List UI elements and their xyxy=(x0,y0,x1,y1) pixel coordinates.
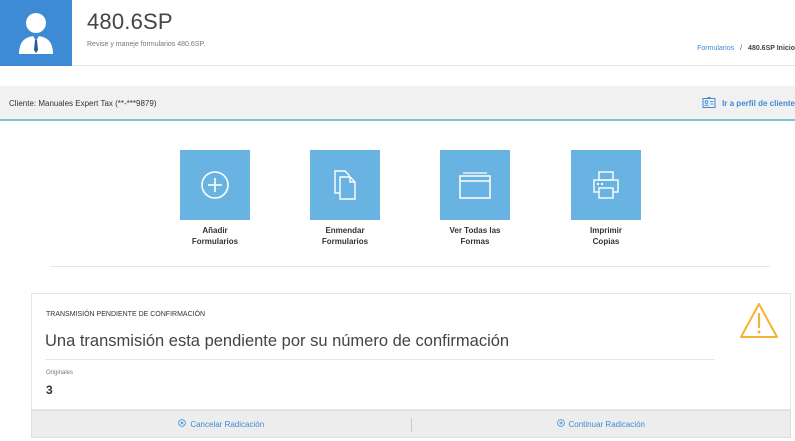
view-all-forms-label: Ver Todas las Formas xyxy=(449,226,501,246)
client-profile-link[interactable]: Ir a perfil de cliente xyxy=(702,97,795,109)
card-divider xyxy=(45,359,715,360)
cancel-filing-button[interactable]: Cancelar Radicación xyxy=(32,411,411,437)
client-label: Cliente: Manuales Expert Tax (**-***9879… xyxy=(9,99,157,108)
add-forms-label: Añadir Formularios xyxy=(191,226,239,246)
page-header: 480.6SP Revise y maneje formularios 480.… xyxy=(0,0,795,66)
avatar xyxy=(0,0,72,66)
print-copies-label: Imprimir Copias xyxy=(589,226,622,246)
warning-triangle-icon xyxy=(739,302,779,345)
amend-forms-label: Enmendar Formularios xyxy=(321,226,369,246)
section-divider xyxy=(50,266,770,267)
x-circle-icon xyxy=(178,419,187,429)
originals-count: 3 xyxy=(46,383,53,397)
amend-forms-tile[interactable]: Enmendar Formularios xyxy=(310,150,380,247)
page-subtitle: Revise y maneje formularios 480.6SP. xyxy=(87,41,206,48)
breadcrumb-separator: / xyxy=(740,45,743,52)
originals-label: Originales xyxy=(46,370,74,376)
plus-circle-icon xyxy=(201,171,229,199)
continue-filing-label: Continuar Radicación xyxy=(568,419,646,429)
add-forms-tile[interactable]: Añadir Formularios xyxy=(180,150,250,247)
plus-circle-small-icon xyxy=(556,419,565,429)
breadcrumb-current: 480.6SP Inicio xyxy=(748,45,795,52)
pending-heading: TRANSMISIÓN PENDIENTE DE CONFIRMACIÓN xyxy=(46,311,206,318)
printer-icon xyxy=(593,171,619,199)
pending-message: Una transmisión esta pendiente por su nú… xyxy=(45,332,510,350)
pending-transmission-card: TRANSMISIÓN PENDIENTE DE CONFIRMACIÓN Un… xyxy=(31,293,791,410)
folder-icon xyxy=(459,172,491,199)
page-title: 480.6SP xyxy=(87,9,173,34)
user-icon xyxy=(19,13,53,54)
breadcrumb-link-formularios[interactable]: Formularios xyxy=(697,45,734,52)
view-all-forms-tile[interactable]: Ver Todas las Formas xyxy=(440,150,510,247)
client-bar: Cliente: Manuales Expert Tax (**-***9879… xyxy=(0,86,795,121)
continue-filing-button[interactable]: Continuar Radicación xyxy=(412,411,791,437)
id-card-icon xyxy=(702,97,716,109)
cancel-filing-label: Cancelar Radicación xyxy=(190,419,265,429)
documents-icon xyxy=(334,170,356,200)
client-profile-link-label: Ir a perfil de cliente xyxy=(722,98,795,108)
print-copies-tile[interactable]: Imprimir Copias xyxy=(571,150,641,247)
action-bar: Cancelar Radicación Continuar Radicación xyxy=(31,410,791,438)
breadcrumb: Formularios / 480.6SP Inicio xyxy=(697,45,795,52)
